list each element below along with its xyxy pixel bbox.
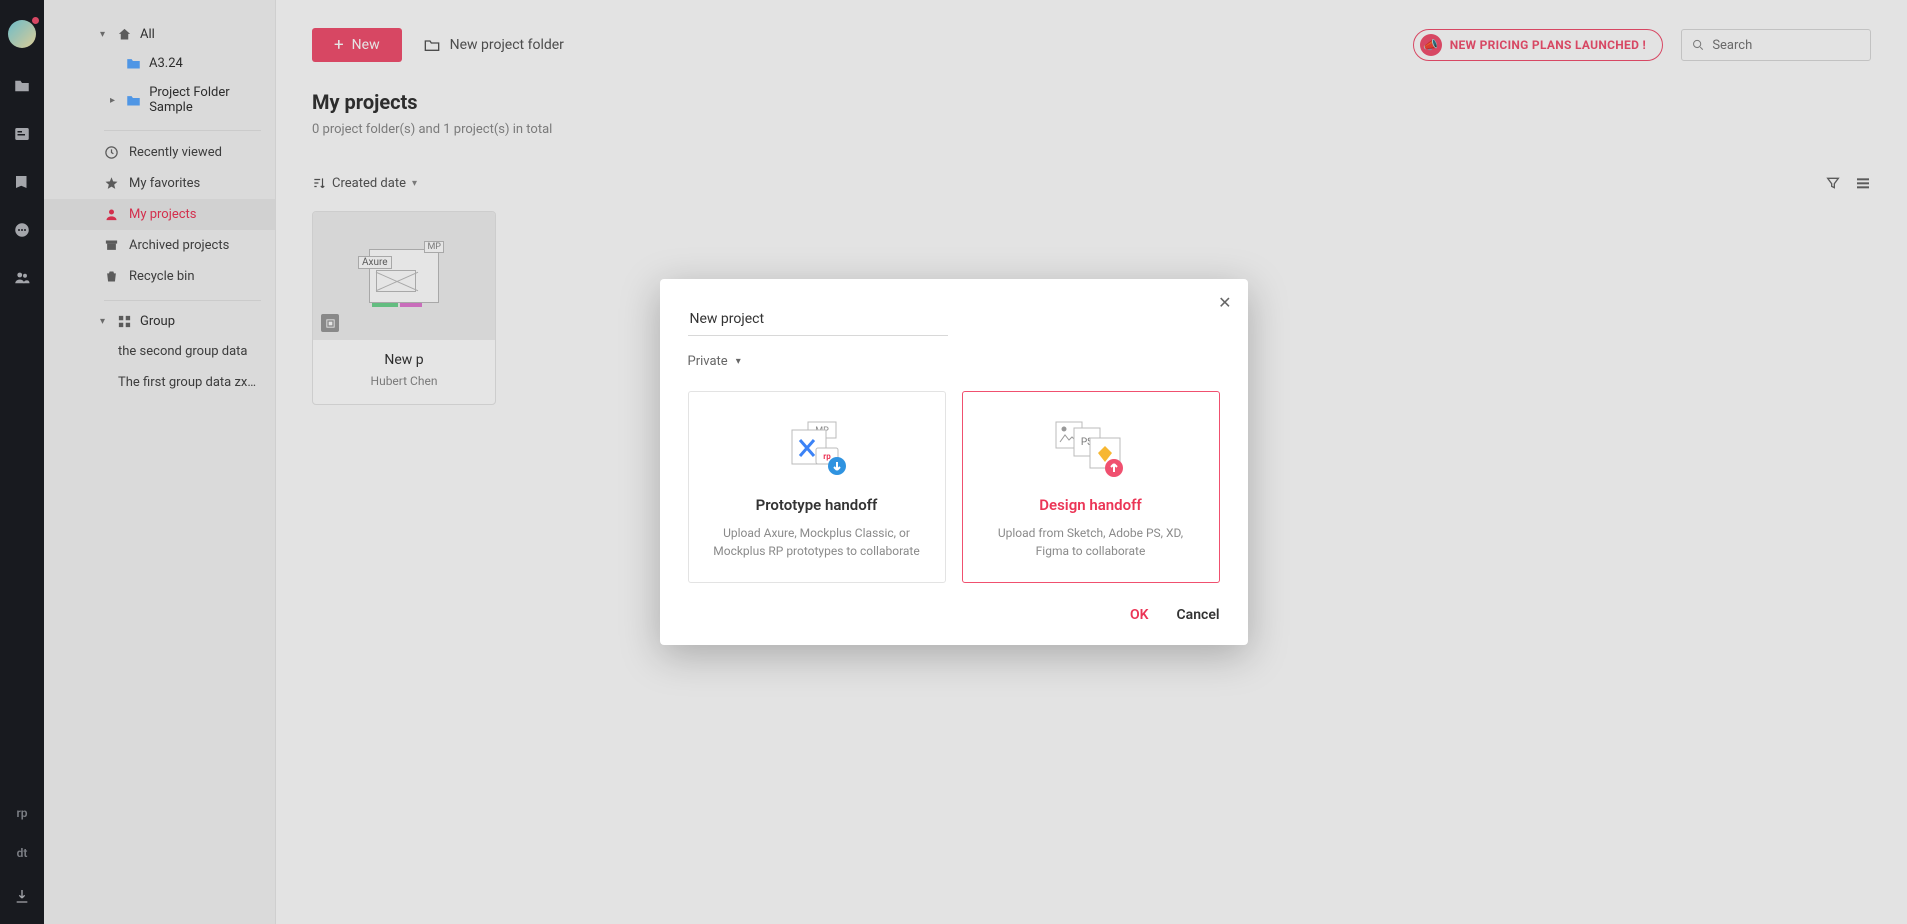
prototype-illustration: MP rp [707,418,927,482]
project-name-input[interactable] [688,305,948,336]
option-design-title: Design handoff [981,496,1201,514]
privacy-label: Private [688,354,728,369]
svg-text:rp: rp [823,452,831,461]
design-illustration: PS [981,418,1201,482]
new-project-modal: ✕ Private ▾ MP rp Prototype handoff Uplo… [660,279,1248,645]
option-prototype-title: Prototype handoff [707,496,927,514]
option-design-handoff[interactable]: PS Design handoff Upload from Sketch, Ad… [962,391,1220,583]
close-icon[interactable]: ✕ [1218,293,1231,312]
chevron-down-icon: ▾ [736,356,741,367]
option-design-desc: Upload from Sketch, Adobe PS, XD, Figma … [981,524,1201,560]
option-prototype-handoff[interactable]: MP rp Prototype handoff Upload Axure, Mo… [688,391,946,583]
option-prototype-desc: Upload Axure, Mockplus Classic, or Mockp… [707,524,927,560]
ok-button[interactable]: OK [1130,607,1149,623]
privacy-dropdown[interactable]: Private ▾ [688,354,1220,369]
cancel-button[interactable]: Cancel [1177,607,1220,623]
